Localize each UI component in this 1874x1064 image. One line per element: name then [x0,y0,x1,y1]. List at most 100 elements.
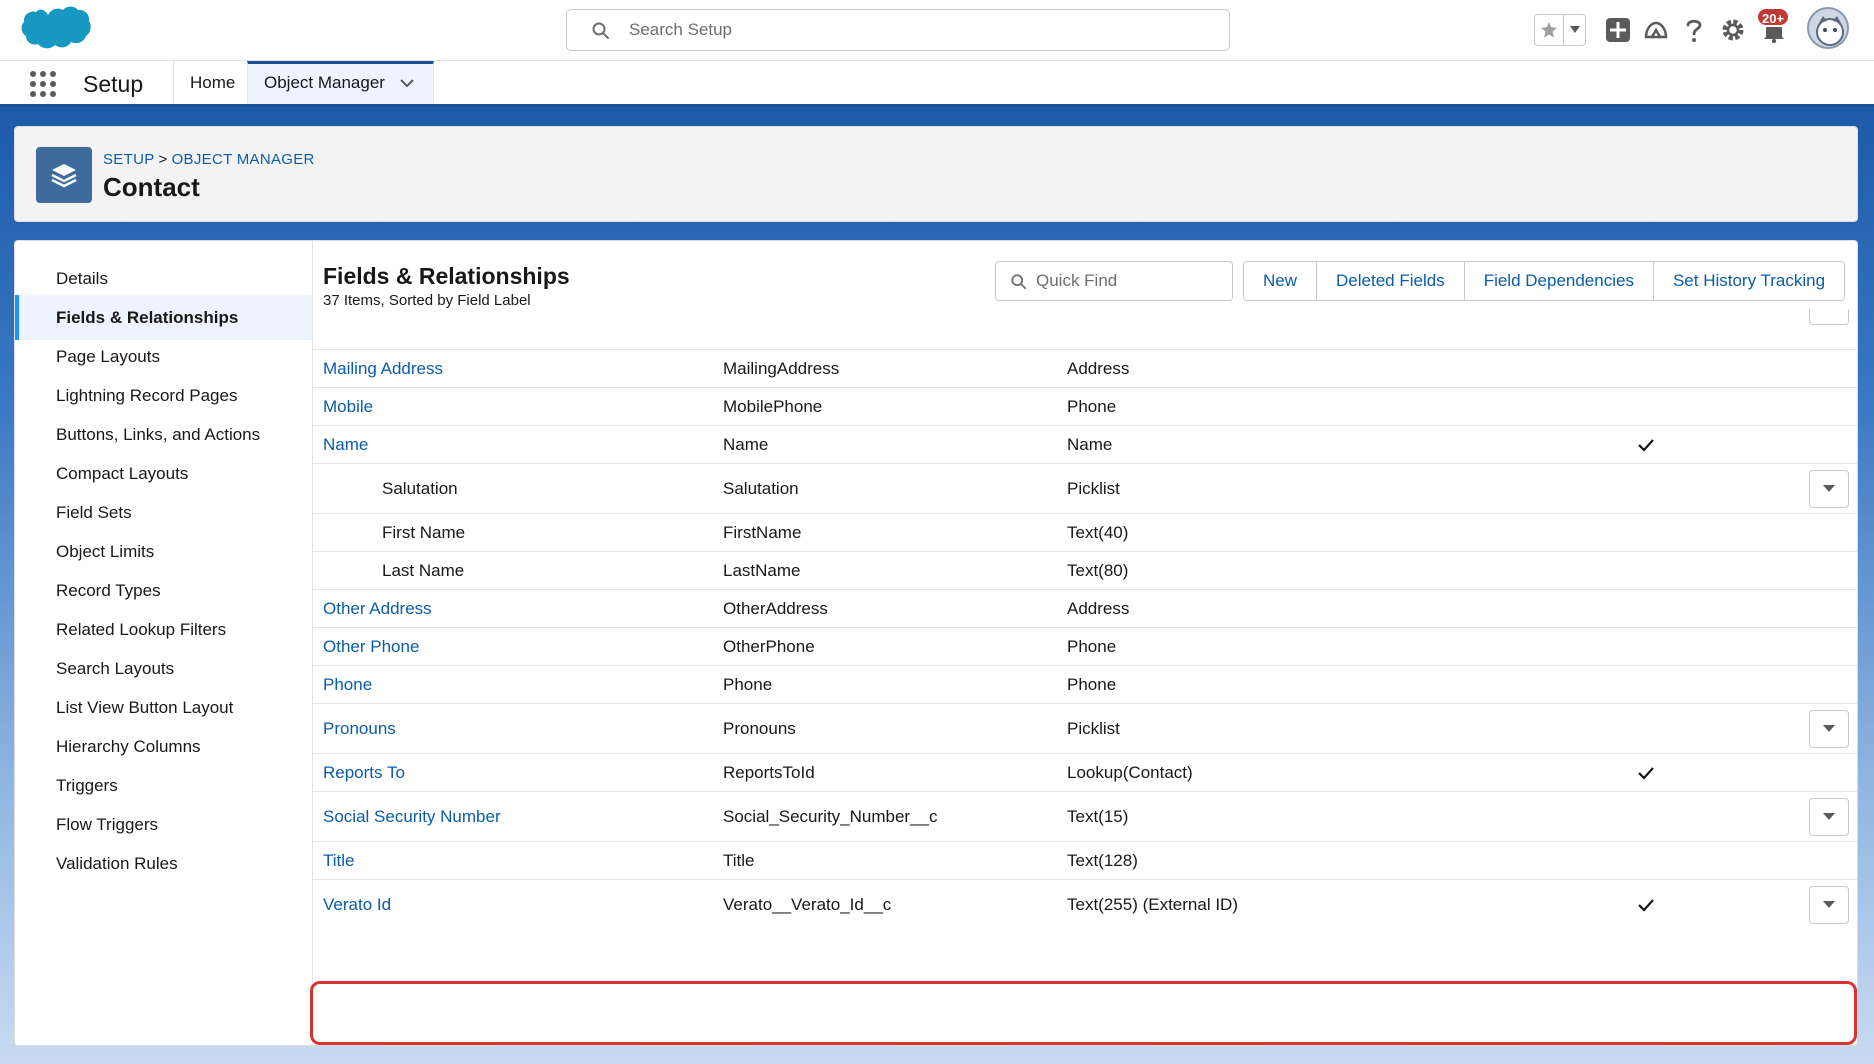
row-action-cell [1809,880,1849,929]
object-layers-icon [36,147,92,203]
chevron-down-icon[interactable] [399,79,414,88]
field-label[interactable]: Name [323,426,368,463]
app-navigation-bar: Setup Home Object Manager [0,61,1874,107]
field-api-name: Social_Security_Number__c [723,806,938,826]
row-action-cell [1809,704,1849,753]
field-api-name: Salutation [723,478,799,498]
table-row: Other Phone OtherPhone Phone [313,627,1857,665]
favorites-button[interactable] [1535,15,1565,45]
section-action-buttons: New Deleted Fields Field Dependencies Se… [1243,261,1846,301]
quick-find-input[interactable] [1036,262,1226,300]
help-icon [1686,19,1702,42]
field-label[interactable]: Verato Id [323,880,391,929]
caret-down-icon [1823,724,1835,732]
field-label[interactable]: Mailing Address [323,350,443,387]
field-api-name: FirstName [723,522,802,542]
app-launcher-icon[interactable] [30,71,56,97]
row-action-dropdown-button[interactable] [1809,885,1849,924]
global-search[interactable] [566,9,1230,51]
app-name: Setup [83,71,144,97]
field-api-name: Name [723,434,769,454]
field-api-name: MailingAddress [723,358,840,378]
notification-count-badge: 20+ [1756,7,1791,27]
breadcrumb-object-manager[interactable]: OBJECT MANAGER [172,151,315,168]
help-button[interactable] [1680,16,1708,44]
field-label[interactable]: Mobile [323,388,373,425]
field-api-name: MobilePhone [723,396,823,416]
field-api-name: Pronouns [723,718,796,738]
field-data-type: Phone [1067,396,1117,416]
field-label[interactable]: Social Security Number [323,792,501,841]
field-data-type: Text(80) [1067,560,1129,580]
deleted-fields-button[interactable]: Deleted Fields [1317,262,1465,300]
setup-gear-button[interactable] [1719,16,1747,44]
object-page-header: SETUP > OBJECT MANAGER Contact [14,126,1858,222]
trailhead-icon [1644,21,1668,39]
field-api-name: OtherPhone [723,636,815,656]
add-icon [1606,18,1630,42]
field-data-type: Picklist [1067,478,1120,498]
global-header: 20+ [0,0,1874,61]
page-title: Contact [103,172,200,202]
field-data-type: Text(40) [1067,522,1129,542]
fields-relationships-panel: Fields & Relationships 37 Items, Sorted … [313,241,1857,1045]
field-label[interactable]: Phone [323,666,372,703]
section-title: Fields & Relationships [323,263,570,289]
field-data-type: Name [1067,434,1113,454]
field-data-type: Phone [1067,674,1117,694]
sidebar-item[interactable]: Validation Rules [15,841,312,886]
table-row: Title Title Text(128) [313,841,1857,879]
new-field-button[interactable]: New [1244,262,1318,300]
table-row: Last Name LastName Text(80) [313,551,1857,589]
table-row: Other Address OtherAddress Address [313,589,1857,627]
indexed-check-icon [1637,754,1655,791]
breadcrumb-setup[interactable]: SETUP [103,151,155,168]
field-label[interactable]: Other Address [323,590,432,627]
tab-object-manager-label: Object Manager [264,73,385,92]
field-data-type: Text(128) [1067,850,1138,870]
field-label[interactable]: Reports To [323,754,405,791]
search-icon [1011,274,1027,290]
field-api-name: Verato__Verato_Id__c [723,894,892,914]
table-row: Mobile MobilePhone Phone [313,387,1857,425]
quick-find-box[interactable] [995,261,1233,301]
indexed-check-icon [1637,426,1655,463]
field-label[interactable]: Title [323,842,355,879]
trailhead-button[interactable] [1642,16,1670,44]
search-icon [592,22,609,39]
row-action-dropdown-button[interactable] [1809,797,1849,836]
salesforce-logo[interactable] [18,5,92,55]
global-actions-button[interactable] [1604,16,1632,44]
field-label[interactable]: Other Phone [323,628,419,665]
caret-down-icon [1569,26,1580,33]
indexed-check-icon [1637,880,1655,929]
row-action-dropdown-button[interactable] [1809,469,1849,508]
gear-icon [1722,19,1744,41]
favorites-group [1534,14,1586,46]
field-data-type: Picklist [1067,718,1120,738]
set-history-tracking-button[interactable]: Set History Tracking [1653,262,1845,300]
field-api-name: ReportsToId [723,762,815,782]
field-label[interactable]: Pronouns [323,704,396,753]
table-row: Phone Phone Phone [313,665,1857,703]
field-label: Last Name [382,560,465,580]
field-data-type: Text(255) (External ID) [1067,894,1238,914]
table-row: Name Name Name [313,425,1857,463]
user-avatar[interactable] [1807,7,1849,49]
object-detail-card: Details Fields & Relationships Page Layout… [14,240,1858,1046]
tab-object-manager[interactable]: Object Manager [247,61,434,104]
table-row: Salutation Salutation Picklist [313,463,1857,513]
field-data-type: Address [1067,598,1130,618]
table-row: Pronouns Pronouns Picklist [313,703,1857,753]
row-action-cell [1809,464,1849,513]
field-dependencies-button[interactable]: Field Dependencies [1464,262,1654,300]
table-row: Reports To ReportsToId Lookup(Contact) [313,753,1857,791]
field-label: Salutation [382,478,458,498]
row-action-dropdown-button[interactable] [1809,709,1849,748]
tab-home[interactable]: Home [173,61,247,104]
caret-down-icon [1823,900,1835,908]
global-search-input[interactable] [629,10,1209,50]
favorites-list-button[interactable] [1564,15,1585,45]
fields-table: Mailing Address MailingAddress Address Mobi… [313,349,1857,929]
row-action-button-partial[interactable] [1809,309,1849,325]
